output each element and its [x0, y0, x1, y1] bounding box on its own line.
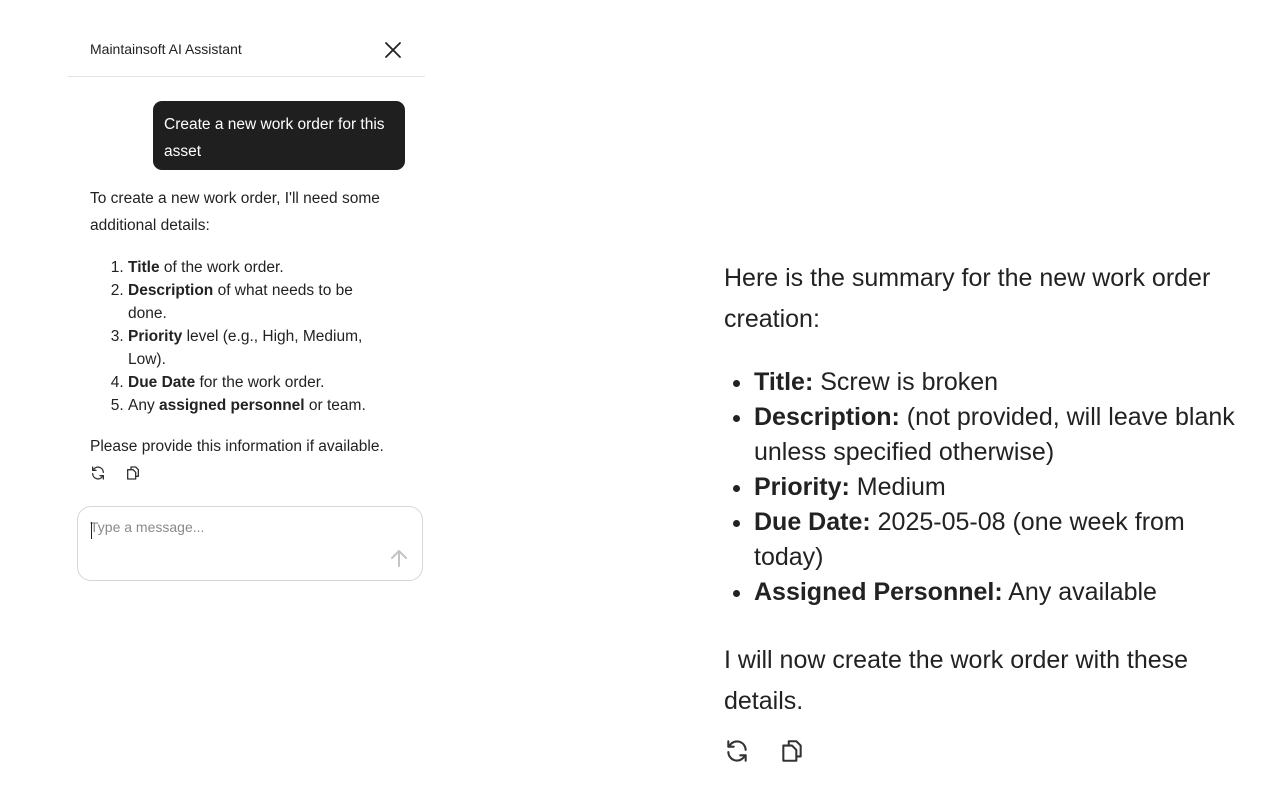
message-input[interactable] [90, 519, 380, 543]
message-actions [90, 465, 141, 481]
copy-icon [782, 740, 802, 762]
list-item: Assigned Personnel: Any available [754, 575, 1244, 610]
list-item: Description of what needs to be done. [128, 279, 395, 325]
user-message-text: Create a new work order for this asset [164, 116, 385, 160]
send-button[interactable] [389, 547, 409, 569]
text-caret [91, 522, 92, 539]
refresh-icon [727, 740, 747, 762]
assistant-outro: Please provide this information if avail… [90, 438, 384, 455]
close-icon [385, 42, 401, 58]
list-item: Priority: Medium [754, 470, 1244, 505]
list-item: Description: (not provided, will leave b… [754, 400, 1244, 470]
list-item: Title: Screw is broken [754, 365, 1244, 400]
panel-header: Maintainsoft AI Assistant [68, 22, 425, 77]
copy-button[interactable] [125, 465, 141, 481]
panel-title: Maintainsoft AI Assistant [90, 41, 242, 57]
details-list: Title of the work order. Description of … [90, 256, 395, 417]
list-item: Title of the work order. [128, 256, 395, 279]
summary-intro: Here is the summary for the new work ord… [724, 264, 1211, 333]
summary-message-actions [724, 738, 805, 764]
list-item: Due Date: 2025-05-08 (one week from toda… [754, 505, 1244, 575]
close-button[interactable] [381, 38, 405, 62]
message-composer [77, 506, 423, 581]
summary-outro: I will now create the work order with th… [724, 646, 1189, 715]
arrow-up-icon [391, 550, 407, 567]
copy-icon [127, 466, 139, 480]
summary-list: Title: Screw is broken Description: (not… [724, 365, 1244, 610]
list-item: Any assigned personnel or team. [128, 394, 395, 417]
assistant-message: To create a new work order, I'll need so… [90, 185, 395, 460]
regenerate-button[interactable] [724, 738, 750, 764]
assistant-intro: To create a new work order, I'll need so… [90, 190, 380, 234]
copy-button[interactable] [779, 738, 805, 764]
summary-message-zoomed: Here is the summary for the new work ord… [724, 258, 1244, 722]
regenerate-button[interactable] [90, 465, 106, 481]
assistant-chat-panel: Maintainsoft AI Assistant Create a new w… [68, 22, 425, 592]
list-item: Due Date for the work order. [128, 371, 395, 394]
refresh-icon [92, 466, 104, 480]
user-message-bubble: Create a new work order for this asset [153, 101, 405, 170]
list-item: Priority level (e.g., High, Medium, Low)… [128, 325, 395, 371]
